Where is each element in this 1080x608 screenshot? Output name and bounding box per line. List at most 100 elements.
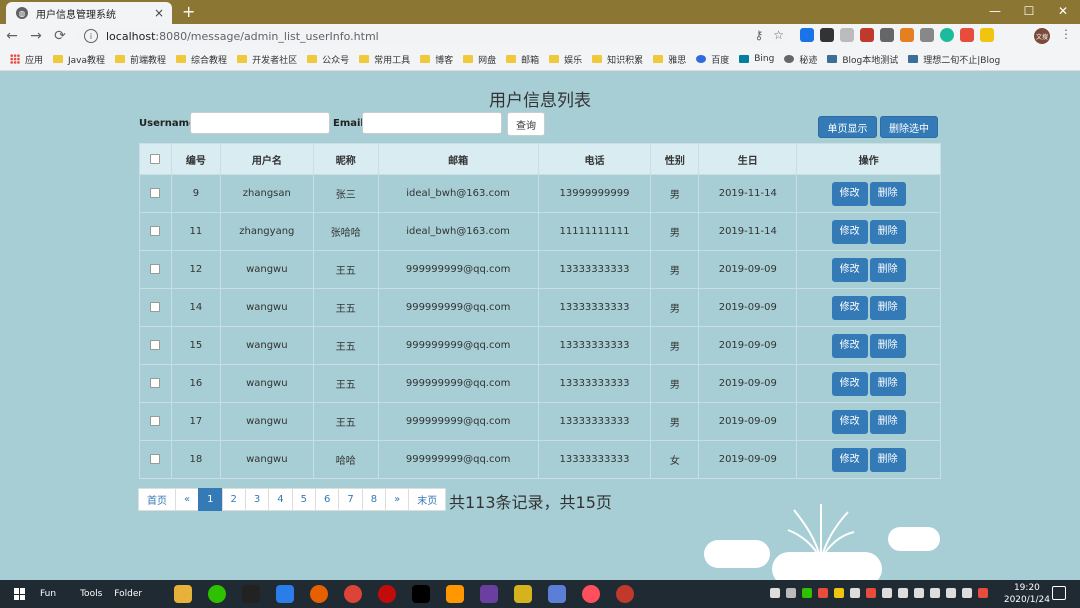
row-checkbox[interactable]: [150, 264, 161, 274]
extension-bookmark-icon[interactable]: [920, 28, 934, 42]
extension-icon[interactable]: [880, 28, 894, 42]
extension-shield-icon[interactable]: [860, 28, 874, 42]
extension-icon[interactable]: [820, 28, 834, 42]
tray-icon[interactable]: [786, 588, 796, 598]
edit-button[interactable]: 修改: [831, 295, 868, 320]
info-icon[interactable]: i: [84, 29, 98, 43]
close-window-icon[interactable]: ✕: [1046, 0, 1080, 22]
sublime-icon[interactable]: [446, 585, 465, 603]
taskbar-label[interactable]: Fun: [40, 589, 56, 599]
extension-icon[interactable]: [980, 28, 994, 42]
tray-icon[interactable]: [930, 588, 940, 598]
edit-button[interactable]: 修改: [831, 333, 868, 358]
file-explorer-icon[interactable]: [174, 585, 193, 603]
page-3[interactable]: 3: [244, 488, 270, 511]
edit-button[interactable]: 修改: [831, 257, 868, 282]
page-last[interactable]: 末页: [408, 488, 447, 511]
username-input[interactable]: [190, 112, 330, 134]
tray-icon[interactable]: [914, 588, 924, 598]
chart-app-icon[interactable]: [514, 585, 533, 603]
row-checkbox[interactable]: [150, 188, 161, 198]
app-icon[interactable]: [616, 585, 635, 603]
star-app-icon[interactable]: [276, 585, 295, 603]
tray-icon[interactable]: [850, 588, 860, 598]
netease-music-icon[interactable]: [378, 585, 397, 603]
qq-icon[interactable]: [242, 585, 261, 603]
bookmark-bing[interactable]: Bing: [739, 54, 774, 64]
tray-icon[interactable]: [834, 588, 844, 598]
delete-button[interactable]: 删除: [869, 371, 906, 396]
bookmark-folder[interactable]: 综合教程: [176, 53, 227, 66]
extension-icon[interactable]: [840, 28, 854, 42]
delete-button[interactable]: 删除: [869, 447, 906, 472]
email-input[interactable]: [362, 112, 502, 134]
extension-icon[interactable]: [940, 28, 954, 42]
bookmark-folder[interactable]: 前端教程: [115, 53, 166, 66]
windows-start-icon[interactable]: [14, 588, 26, 600]
firefox-dev-icon[interactable]: [582, 585, 601, 603]
wechat-icon[interactable]: [208, 585, 227, 603]
app-icon[interactable]: [548, 585, 567, 603]
bookmark-miji[interactable]: 秘迹: [784, 53, 817, 66]
single-page-button[interactable]: 单页显示: [818, 116, 877, 138]
page-1[interactable]: 1: [198, 488, 223, 511]
tray-icon[interactable]: [882, 588, 892, 598]
tray-icon[interactable]: [818, 588, 828, 598]
extension-icon[interactable]: [900, 28, 914, 42]
page-2[interactable]: 2: [221, 488, 246, 511]
bookmark-folder[interactable]: 常用工具: [359, 53, 410, 66]
delete-button[interactable]: 删除: [869, 219, 906, 244]
bookmark-folder[interactable]: 开发者社区: [237, 53, 297, 66]
taskbar-label[interactable]: Folder: [114, 589, 142, 599]
delete-button[interactable]: 删除: [869, 257, 906, 282]
page-next[interactable]: »: [385, 488, 410, 511]
new-tab-button[interactable]: +: [182, 2, 195, 21]
vs-icon[interactable]: [480, 585, 499, 603]
clock[interactable]: 19:20 2020/1/24: [1004, 582, 1050, 606]
minimize-icon[interactable]: —: [978, 0, 1012, 22]
extension-icon[interactable]: [960, 28, 974, 42]
row-checkbox[interactable]: [150, 226, 161, 236]
close-icon[interactable]: ×: [154, 6, 164, 20]
bookmark-blog[interactable]: 理想二旬不止|Blog: [908, 53, 1000, 66]
taskbar-label[interactable]: Tools: [80, 589, 102, 599]
chrome-icon[interactable]: [344, 585, 363, 603]
page-6[interactable]: 6: [315, 488, 340, 511]
bookmark-folder[interactable]: 雅思: [653, 53, 686, 66]
profile-avatar[interactable]: 文搜: [1034, 28, 1050, 44]
tray-icon[interactable]: [898, 588, 908, 598]
page-7[interactable]: 7: [338, 488, 363, 511]
delete-button[interactable]: 删除: [869, 181, 906, 206]
maximize-icon[interactable]: ☐: [1012, 0, 1046, 22]
tray-icon[interactable]: [770, 588, 780, 598]
tray-icon[interactable]: [978, 588, 988, 598]
bookmark-apps[interactable]: 应用: [10, 53, 43, 66]
bookmark-folder[interactable]: Java教程: [53, 53, 105, 66]
browser-tab[interactable]: ◍ 用户信息管理系统 ×: [6, 2, 172, 24]
bookmark-folder[interactable]: 公众号: [307, 53, 349, 66]
address-bar[interactable]: i localhost:8080/message/admin_list_user…: [76, 26, 790, 46]
notification-icon[interactable]: [1052, 586, 1066, 600]
menu-icon[interactable]: ⋮: [1060, 27, 1072, 41]
query-button[interactable]: 查询: [507, 112, 545, 136]
bookmark-folder[interactable]: 博客: [420, 53, 453, 66]
row-checkbox[interactable]: [150, 454, 161, 464]
delete-button[interactable]: 删除: [869, 295, 906, 320]
page-first[interactable]: 首页: [138, 488, 176, 511]
bookmark-folder[interactable]: 知识积累: [592, 53, 643, 66]
delete-button[interactable]: 删除: [869, 409, 906, 434]
bookmark-blog-local[interactable]: Blog本地测试: [827, 53, 898, 66]
bookmark-folder[interactable]: 娱乐: [549, 53, 582, 66]
edit-button[interactable]: 修改: [831, 409, 868, 434]
row-checkbox[interactable]: [150, 302, 161, 312]
page-4[interactable]: 4: [268, 488, 293, 511]
reload-icon[interactable]: ⟳: [48, 28, 72, 44]
back-icon[interactable]: ←: [0, 28, 24, 44]
key-icon[interactable]: ⚷: [754, 28, 763, 42]
page-5[interactable]: 5: [291, 488, 316, 511]
row-checkbox[interactable]: [150, 378, 161, 388]
tray-icon[interactable]: [962, 588, 972, 598]
tray-icon[interactable]: [866, 588, 876, 598]
bookmark-folder[interactable]: 网盘: [463, 53, 496, 66]
intellij-icon[interactable]: [412, 585, 431, 603]
